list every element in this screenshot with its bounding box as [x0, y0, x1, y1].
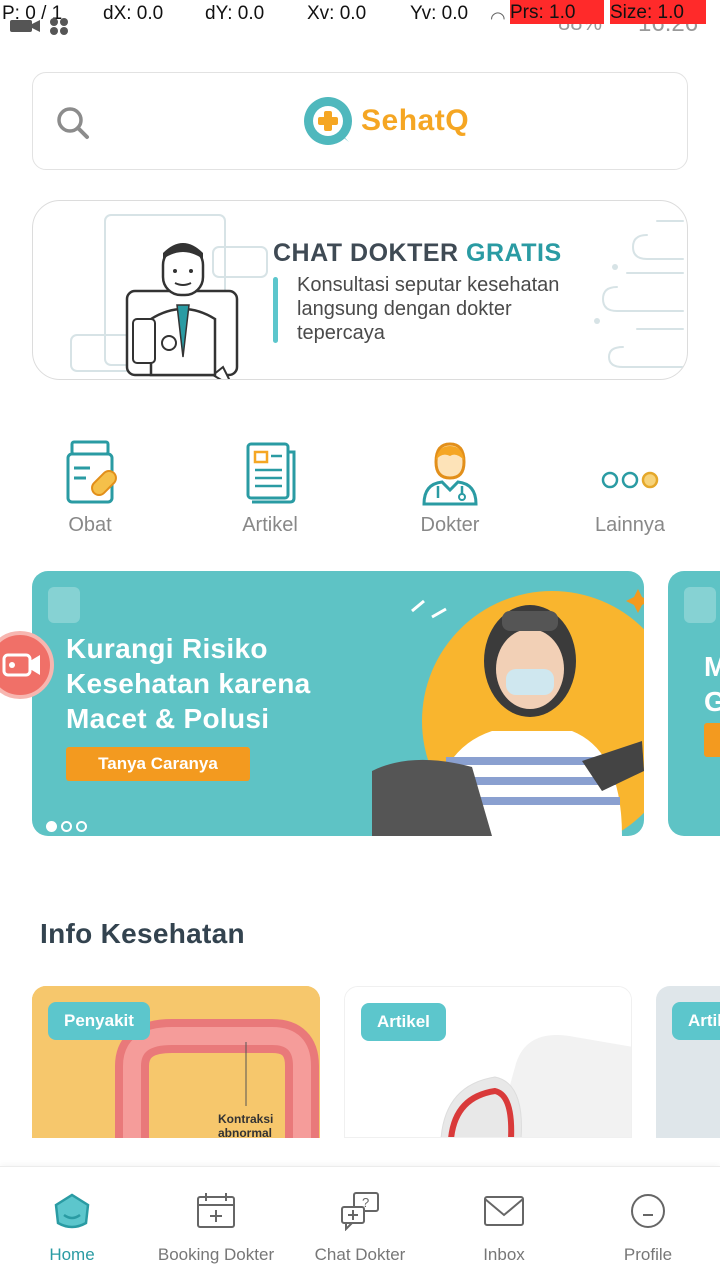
yv-readout: Yv: 0.0 — [410, 3, 469, 24]
wifi-icon: ◠ — [490, 8, 506, 28]
bottom-navigation: Home Booking Dokter ? Chat Dokter Inbox … — [0, 1166, 720, 1280]
menu-item-lainnya[interactable]: Lainnya — [540, 430, 720, 550]
tanya-caranya-button[interactable]: Tanya Caranya — [66, 747, 250, 781]
promo-next-text: M G — [704, 651, 720, 717]
nav-label: Chat Dokter — [314, 1245, 406, 1264]
pressure-readout: Prs: 1.0 — [510, 0, 604, 24]
nav-booking-dokter[interactable]: Booking Dokter — [144, 1167, 288, 1280]
gratis-label: GRATIS — [466, 239, 562, 267]
home-icon — [54, 1193, 90, 1229]
notification-icons — [10, 18, 68, 35]
carousel-indicator — [46, 821, 91, 832]
promo-banner-next[interactable]: M G — [668, 571, 720, 836]
nav-home[interactable]: Home — [0, 1167, 144, 1280]
mail-icon — [484, 1196, 524, 1226]
promo-banner[interactable]: Kurangi Risiko Kesehatan karena Macet & … — [32, 571, 644, 836]
promo-next-button[interactable] — [704, 723, 720, 757]
nav-label: Booking Dokter — [157, 1245, 275, 1264]
carousel-dot-active[interactable] — [46, 821, 57, 832]
article-icon — [246, 442, 296, 504]
menu-item-obat[interactable]: Obat — [0, 430, 180, 550]
info-tag-artikel: Artikel — [672, 1002, 720, 1040]
decorative-lines-icon — [594, 220, 684, 368]
info-card[interactable]: Artikel — [344, 986, 632, 1138]
nav-label: Inbox — [483, 1245, 525, 1264]
brand: SehatQ — [303, 95, 469, 147]
info-card[interactable]: Artikel — [656, 986, 720, 1138]
status-bar: P: 0 / 1 dX: 0.0 dY: 0.0 Xv: 0.0 Yv: 0.0… — [0, 0, 720, 37]
profile-icon — [631, 1194, 665, 1228]
nav-label: Profile — [623, 1245, 673, 1264]
dx-readout: dX: 0.0 — [103, 3, 164, 24]
nav-profile[interactable]: Profile — [576, 1167, 720, 1280]
video-camera-icon — [2, 653, 40, 677]
info-tag-penyakit: Penyakit — [48, 1002, 150, 1040]
promo-logo-icon — [684, 587, 716, 623]
chat-dokter-banner[interactable]: CHAT DOKTER GRATIS Konsultasi seputar ke… — [32, 200, 688, 380]
menu-item-dokter[interactable]: Dokter — [360, 430, 540, 550]
menu-label: Artikel — [242, 514, 298, 536]
menu-label: Obat — [68, 514, 112, 536]
doctor-illustration-icon — [70, 214, 268, 379]
menu-label: Lainnya — [594, 514, 666, 536]
menu-item-artikel[interactable]: Artikel — [180, 430, 360, 550]
chat-banner-accent-bar — [273, 277, 278, 343]
medicine-bottle-icon — [66, 440, 117, 504]
doctor-icon — [422, 442, 478, 506]
info-kesehatan-title: Info Kesehatan — [40, 918, 245, 949]
calendar-add-icon — [197, 1193, 235, 1228]
promo-logo-icon — [48, 587, 80, 623]
chat-question-icon: ? — [341, 1192, 379, 1231]
carousel-dot[interactable] — [76, 821, 87, 832]
nav-label: Home — [49, 1245, 95, 1264]
motorcycle-rider-illustration-icon — [372, 589, 644, 836]
info-card[interactable]: Penyakit Kontraksi abnormal — [32, 986, 320, 1138]
chat-banner-title: CHAT DOKTER GRATIS — [273, 239, 562, 267]
info-card-caption: Kontraksi abnormal — [218, 1112, 274, 1138]
chat-banner-description: Konsultasi seputar kesehatan langsung de… — [297, 274, 560, 344]
floating-video-button[interactable] — [0, 631, 54, 699]
more-dots-icon — [601, 471, 659, 489]
nav-chat-dokter[interactable]: ? Chat Dokter — [288, 1167, 432, 1280]
app-screen: P: 0 / 1 dX: 0.0 dY: 0.0 Xv: 0.0 Yv: 0.0… — [0, 0, 720, 1280]
menu-label: Dokter — [420, 514, 480, 536]
promo-title: Kurangi Risiko Kesehatan karena Macet & … — [66, 633, 311, 734]
quick-menu: Obat Artikel Dokter Lainnya — [0, 430, 720, 550]
search-header[interactable]: SehatQ — [32, 72, 688, 170]
carousel-dot[interactable] — [61, 821, 72, 832]
sehatq-logo-icon — [304, 97, 352, 145]
nav-inbox[interactable]: Inbox — [432, 1167, 576, 1280]
size-readout: Size: 1.0 — [610, 0, 706, 24]
brand-name: SehatQ — [361, 104, 470, 137]
dy-readout: dY: 0.0 — [205, 3, 265, 24]
info-tag-artikel: Artikel — [361, 1003, 446, 1041]
xv-readout: Xv: 0.0 — [307, 3, 367, 24]
search-icon[interactable] — [55, 105, 91, 141]
